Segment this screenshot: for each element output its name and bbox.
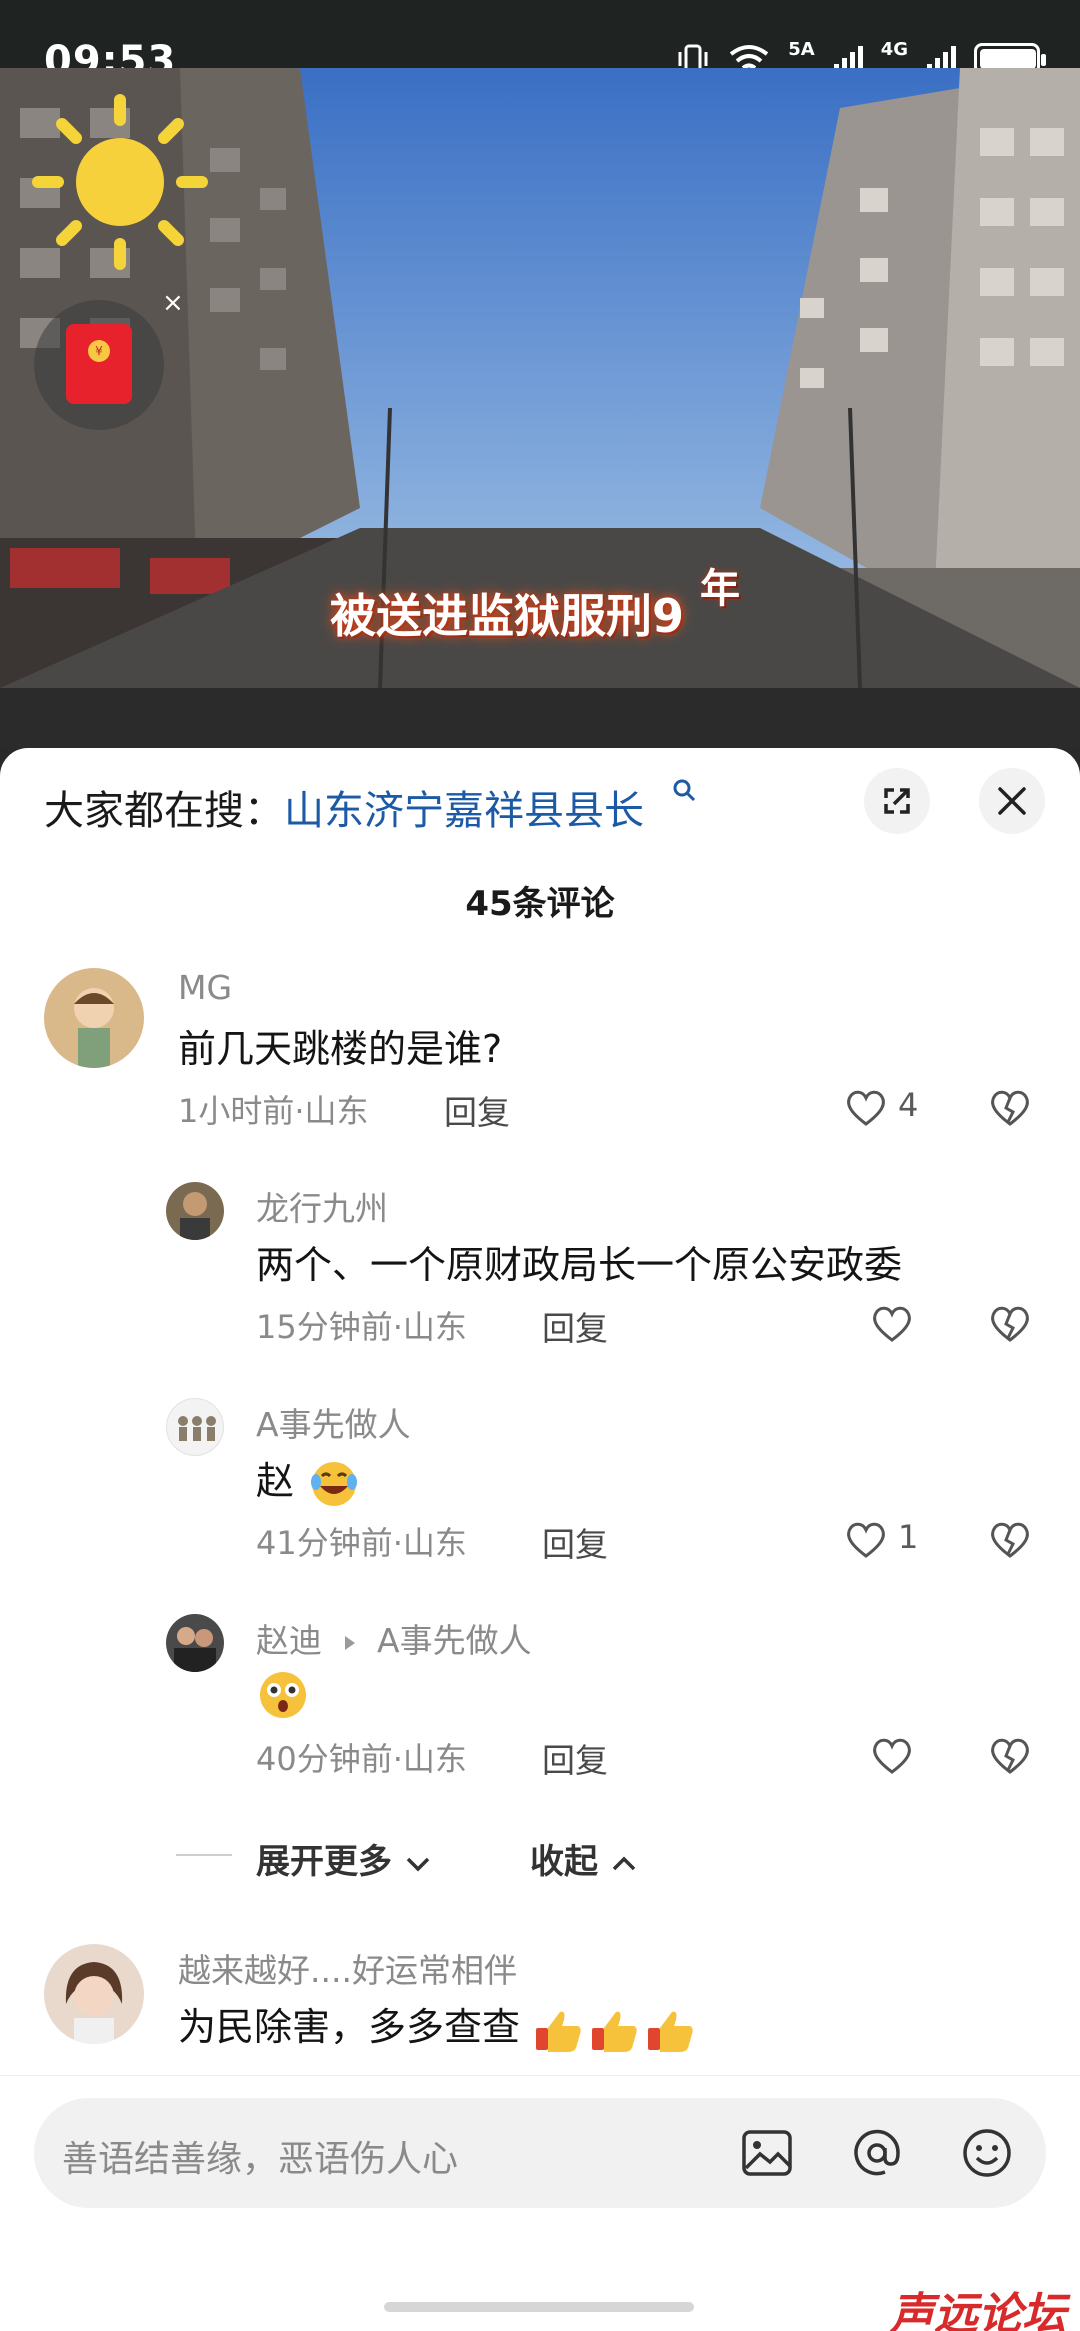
comment-text[interactable]: 两个、一个原财政局长一个原公安政委 bbox=[256, 1234, 902, 1289]
comment-text-content: 赵 bbox=[256, 1459, 295, 1503]
broken-heart-icon[interactable] bbox=[988, 1304, 1032, 1344]
network-label-4g: 4G bbox=[880, 38, 908, 60]
avatar[interactable] bbox=[166, 1398, 224, 1456]
comment-meta: 41分钟前·山东 bbox=[256, 1524, 467, 1562]
comment-author[interactable]: 越来越好....好运常相伴 bbox=[178, 1944, 517, 1992]
search-prefix: 大家都在搜： bbox=[44, 788, 284, 834]
comment-meta: 40分钟前·山东 bbox=[256, 1740, 467, 1778]
home-indicator[interactable] bbox=[384, 2302, 694, 2312]
chevron-down-icon bbox=[406, 1857, 430, 1871]
comment-author[interactable]: A事先做人 bbox=[256, 1398, 411, 1446]
expand-button[interactable] bbox=[864, 768, 930, 834]
comment-author-line: 赵迪 A事先做人 bbox=[256, 1614, 532, 1662]
redpacket-icon: ¥ bbox=[66, 324, 132, 404]
reply-button[interactable]: 回复 bbox=[444, 1086, 510, 1134]
reply-arrow-icon bbox=[344, 1635, 355, 1650]
search-term-link[interactable]: 山东济宁嘉祥县县长 bbox=[284, 788, 644, 834]
heart-icon[interactable] bbox=[870, 1736, 914, 1776]
network-label-5a: 5A bbox=[788, 38, 815, 60]
heart-icon[interactable] bbox=[870, 1304, 914, 1344]
search-icon bbox=[673, 779, 696, 802]
watermark: 声远论坛 bbox=[890, 2289, 1066, 2331]
redpacket-coin: ¥ bbox=[88, 340, 110, 362]
reply-button[interactable]: 回复 bbox=[542, 1518, 608, 1566]
comment-meta: 1小时前·山东 bbox=[178, 1092, 369, 1130]
comment-text[interactable]: 赵 bbox=[256, 1450, 360, 1510]
expand-more-label: 展开更多 bbox=[256, 1842, 392, 1882]
comment-author[interactable]: 龙行九州 bbox=[256, 1182, 388, 1230]
broken-heart-icon[interactable] bbox=[988, 1736, 1032, 1776]
sun-icon[interactable] bbox=[30, 92, 210, 272]
comment-count: 45条评论 bbox=[465, 884, 615, 924]
comment-author[interactable]: 赵迪 bbox=[256, 1621, 322, 1660]
like-count: 4 bbox=[898, 1086, 919, 1124]
close-button[interactable] bbox=[979, 768, 1045, 834]
video-bottom-bar bbox=[0, 688, 1080, 748]
avatar[interactable] bbox=[44, 1944, 144, 2044]
crying-laughing-emoji-icon bbox=[311, 1461, 358, 1506]
like-count: 1 bbox=[898, 1518, 919, 1556]
heart-icon[interactable] bbox=[844, 1520, 888, 1560]
reply-button[interactable]: 回复 bbox=[542, 1302, 608, 1350]
expand-icon bbox=[884, 788, 910, 814]
astonished-emoji-icon bbox=[260, 1672, 306, 1718]
thumbs-up-emoji-icon bbox=[536, 2011, 693, 2052]
search-suggestion[interactable]: 大家都在搜：山东济宁嘉祥县县长 bbox=[44, 778, 644, 836]
avatar[interactable] bbox=[44, 968, 144, 1068]
chevron-up-icon bbox=[612, 1856, 636, 1870]
comment-meta: 15分钟前·山东 bbox=[256, 1308, 467, 1346]
comment-input[interactable]: 善语结善缘，恶语伤人心 bbox=[34, 2098, 1046, 2208]
reply-target[interactable]: A事先做人 bbox=[377, 1621, 532, 1660]
collapse-label: 收起 bbox=[530, 1842, 598, 1882]
reply-button[interactable]: 回复 bbox=[542, 1734, 608, 1782]
expand-divider bbox=[176, 1854, 232, 1856]
status-bar: 09:53 5A 4G bbox=[0, 0, 1080, 84]
broken-heart-icon[interactable] bbox=[988, 1520, 1032, 1560]
expand-more-button[interactable]: 展开更多 bbox=[256, 1834, 432, 1883]
emoji-icon[interactable] bbox=[960, 2126, 1014, 2180]
comment-author[interactable]: MG bbox=[178, 968, 232, 1007]
mention-icon[interactable] bbox=[850, 2126, 904, 2180]
comment-text[interactable]: 前几天跳楼的是谁? bbox=[178, 1018, 502, 1073]
broken-heart-icon[interactable] bbox=[988, 1088, 1032, 1128]
avatar[interactable] bbox=[166, 1614, 224, 1672]
comment-text[interactable]: 为民除害，多多查查 bbox=[178, 1996, 700, 2056]
video-subtitle: 被送进监狱服刑9 bbox=[330, 589, 685, 643]
collapse-button[interactable]: 收起 bbox=[530, 1834, 638, 1883]
redpacket-float[interactable]: ¥ bbox=[34, 300, 164, 430]
comment-text-content: 为民除害，多多查查 bbox=[178, 2005, 521, 2049]
heart-icon[interactable] bbox=[844, 1088, 888, 1128]
close-icon bbox=[998, 787, 1026, 815]
redpacket-close-icon[interactable]: × bbox=[162, 288, 184, 318]
video-subtitle-year: 年 bbox=[700, 566, 740, 612]
comment-input-placeholder: 善语结善缘，恶语伤人心 bbox=[62, 2139, 459, 2180]
image-icon[interactable] bbox=[740, 2128, 794, 2178]
avatar[interactable] bbox=[166, 1182, 224, 1240]
